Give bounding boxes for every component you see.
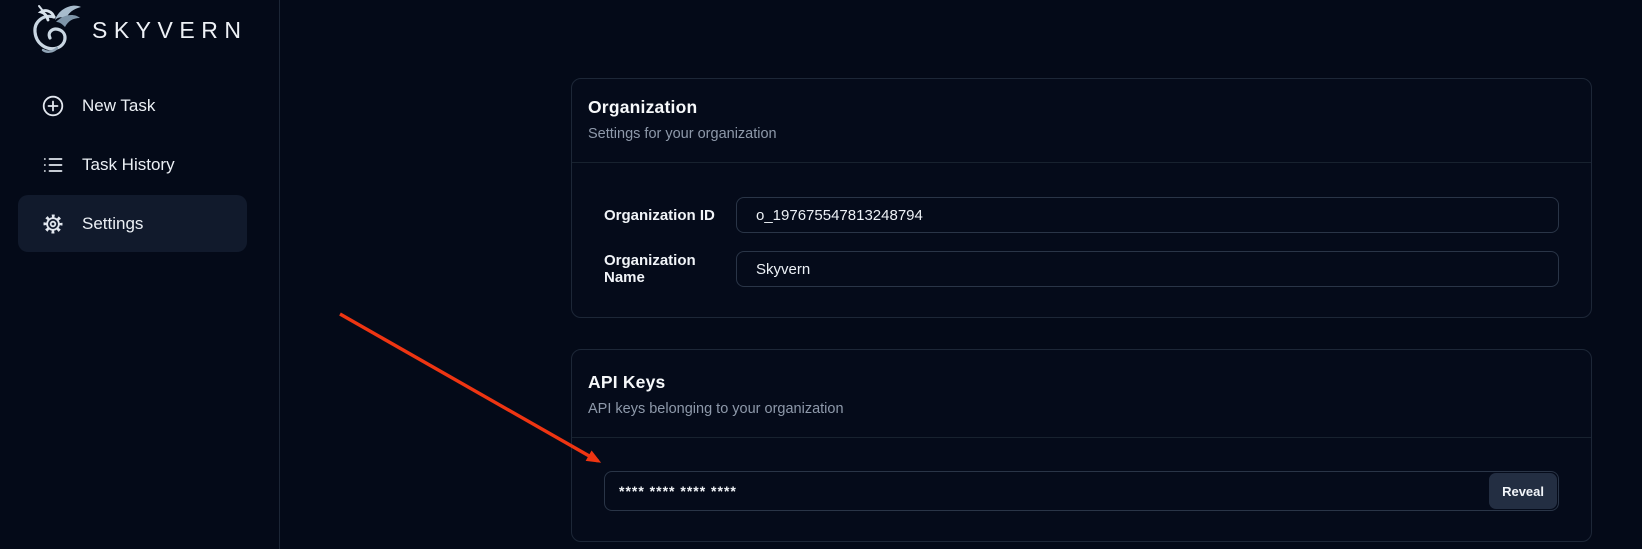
organization-card-header: Organization Settings for your organizat…	[572, 79, 1591, 163]
sidebar-item-label: Task History	[82, 155, 175, 175]
brand-name: SKYVERN	[92, 17, 247, 44]
organization-id-input[interactable]	[736, 197, 1559, 233]
api-keys-card-header: API Keys API keys belonging to your orga…	[572, 350, 1591, 438]
sidebar-item-label: Settings	[82, 214, 143, 234]
sidebar-item-task-history[interactable]: Task History	[18, 136, 247, 193]
skyvern-logo-icon	[28, 1, 82, 60]
organization-name-label: Organization Name	[604, 252, 736, 286]
api-key-field-wrapper: Reveal	[604, 471, 1559, 511]
organization-name-input[interactable]	[736, 251, 1559, 287]
sidebar-item-label: New Task	[82, 96, 155, 116]
organization-name-row: Organization Name	[604, 251, 1559, 287]
organization-card-body: Organization ID Organization Name	[572, 163, 1591, 287]
sidebar-nav: New Task Task History	[18, 77, 247, 254]
organization-id-label: Organization ID	[604, 207, 736, 224]
sidebar: SKYVERN New Task	[0, 0, 280, 549]
api-keys-card-subtitle: API keys belonging to your organization	[588, 401, 1575, 418]
arrow-line	[340, 314, 598, 461]
sidebar-item-settings[interactable]: Settings	[18, 195, 247, 252]
sidebar-item-new-task[interactable]: New Task	[18, 77, 247, 134]
api-keys-card: API Keys API keys belonging to your orga…	[571, 349, 1592, 542]
reveal-button[interactable]: Reveal	[1489, 473, 1557, 509]
api-key-masked-input[interactable]	[604, 471, 1559, 511]
api-keys-card-title: API Keys	[588, 372, 1575, 392]
list-icon	[41, 153, 65, 177]
organization-card-subtitle: Settings for your organization	[588, 126, 1575, 143]
organization-card: Organization Settings for your organizat…	[571, 78, 1592, 318]
brand: SKYVERN	[28, 2, 247, 58]
gear-icon	[41, 212, 65, 236]
organization-card-title: Organization	[588, 97, 1575, 117]
plus-circle-icon	[41, 94, 65, 118]
organization-id-row: Organization ID	[604, 197, 1559, 233]
api-keys-card-body: Reveal	[572, 438, 1591, 511]
